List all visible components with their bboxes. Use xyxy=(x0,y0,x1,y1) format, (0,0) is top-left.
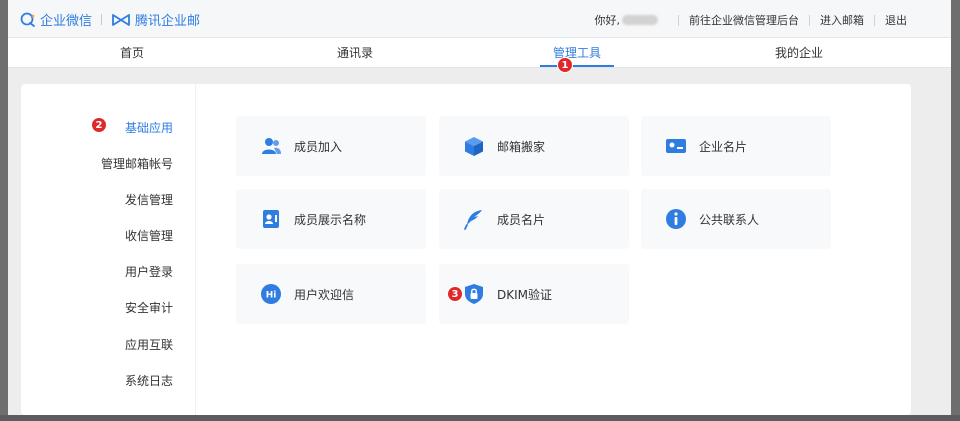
card-member-join[interactable]: 成员加入 xyxy=(236,116,426,176)
wecom-logo[interactable]: 企业微信 xyxy=(20,10,92,29)
sidebar-item-system-log[interactable]: 系统日志 xyxy=(125,372,173,389)
top-bar: 企业微信 腾讯企业邮 你好, 前往企业微信管理后台 进入邮箱 退出 xyxy=(8,0,951,38)
tab-home[interactable]: 首页 xyxy=(120,44,144,61)
content-panel: 2 基础应用 管理邮箱帐号 发信管理 收信管理 用户登录 安全审计 应用互联 系… xyxy=(21,84,911,415)
logo-divider xyxy=(101,14,102,25)
user-group-icon xyxy=(262,138,281,154)
svg-text:Hi: Hi xyxy=(266,291,277,301)
link-divider xyxy=(809,14,810,26)
sidebar: 2 基础应用 管理邮箱帐号 发信管理 收信管理 用户登录 安全审计 应用互联 系… xyxy=(21,84,196,415)
exmail-logo-icon xyxy=(112,13,130,26)
exmail-logo[interactable]: 腾讯企业邮 xyxy=(111,10,200,29)
card-label: 成员名片 xyxy=(497,213,546,227)
greeting-text: 你好, xyxy=(594,14,621,27)
card-user-welcome-letter[interactable]: Hi 用户欢迎信 xyxy=(236,264,426,324)
shield-lock-icon xyxy=(465,284,483,304)
step-badge-1: 1 xyxy=(557,57,573,73)
step-badge-3: 3 xyxy=(447,286,463,302)
exmail-logo-text: 腾讯企业邮 xyxy=(135,14,201,29)
hi-chat-icon: Hi xyxy=(261,284,281,304)
business-card-icon xyxy=(666,139,686,153)
logout-link[interactable]: 退出 xyxy=(885,12,907,28)
card-label: 邮箱搬家 xyxy=(497,140,546,154)
feather-icon xyxy=(464,210,482,230)
link-divider xyxy=(678,14,679,26)
card-label: 用户欢迎信 xyxy=(294,288,355,302)
card-member-display-name[interactable]: 成员展示名称 xyxy=(236,189,426,249)
sidebar-item-app-interconnect[interactable]: 应用互联 xyxy=(125,336,173,353)
card-mailbox-migration[interactable]: 邮箱搬家 xyxy=(439,116,629,176)
tab-contacts[interactable]: 通讯录 xyxy=(337,44,373,61)
card-dkim-verification[interactable]: DKIM验证 3 xyxy=(439,264,629,324)
card-member-card[interactable]: 成员名片 xyxy=(439,189,629,249)
info-icon xyxy=(666,209,686,229)
card-label: 成员展示名称 xyxy=(294,213,367,227)
user-links: 你好, 前往企业微信管理后台 进入邮箱 退出 xyxy=(595,12,908,28)
sidebar-item-security-audit[interactable]: 安全审计 xyxy=(125,299,173,316)
sidebar-item-user-login[interactable]: 用户登录 xyxy=(125,263,173,280)
sidebar-item-receive-management[interactable]: 收信管理 xyxy=(125,227,173,244)
app-window: 企业微信 腾讯企业邮 你好, 前往企业微信管理后台 进入邮箱 退出 首页 通讯录… xyxy=(8,0,951,415)
sidebar-item-admin-mailbox[interactable]: 管理邮箱帐号 xyxy=(101,155,173,172)
username-blurred xyxy=(622,15,658,25)
main-nav: 首页 通讯录 管理工具 我的企业 1 xyxy=(8,38,951,73)
card-public-contacts[interactable]: 公共联系人 xyxy=(641,189,831,249)
tab-my-enterprise[interactable]: 我的企业 xyxy=(775,44,823,61)
box-icon xyxy=(465,137,483,156)
wecom-logo-icon xyxy=(20,12,35,27)
sidebar-item-send-management[interactable]: 发信管理 xyxy=(125,191,173,208)
wecom-logo-text: 企业微信 xyxy=(40,14,93,29)
link-divider xyxy=(874,14,875,26)
admin-console-link[interactable]: 前往企业微信管理后台 xyxy=(689,12,799,28)
contact-card-icon xyxy=(263,210,279,228)
enter-mailbox-link[interactable]: 进入邮箱 xyxy=(820,12,864,28)
card-label: 成员加入 xyxy=(294,140,343,154)
card-business-card[interactable]: 企业名片 xyxy=(641,116,831,176)
card-label: DKIM验证 xyxy=(497,288,553,302)
card-label: 公共联系人 xyxy=(699,213,760,227)
active-tab-indicator xyxy=(540,65,614,67)
step-badge-2: 2 xyxy=(91,117,107,133)
sidebar-item-basic-apps[interactable]: 基础应用 xyxy=(125,119,173,136)
card-label: 企业名片 xyxy=(699,140,748,154)
